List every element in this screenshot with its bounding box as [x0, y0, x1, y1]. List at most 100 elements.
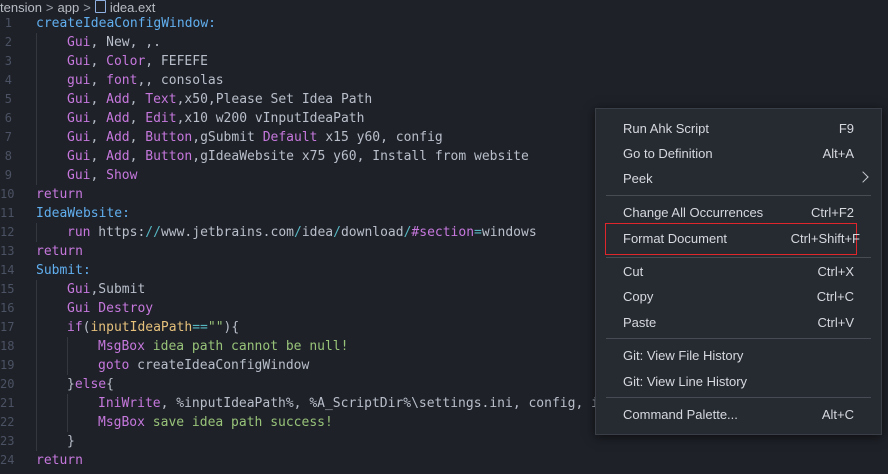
code-line[interactable]: 1 createIdeaConfigWindow: — [0, 14, 888, 33]
indent-guide — [36, 337, 37, 356]
code-token: , — [129, 92, 146, 107]
code-line[interactable]: 3 Gui, Color, FEFEFE — [0, 52, 888, 71]
line-number: 15 — [0, 282, 15, 296]
menu-item-shortcut: Alt+A — [822, 146, 854, 161]
code-text: Gui, Add, Button,gIdeaWebsite x75 y60, I… — [67, 147, 529, 166]
menu-separator — [606, 195, 871, 196]
code-token: ,gIdeaWebsite x75 y60, Install from webs… — [192, 149, 529, 164]
indent-guide — [36, 223, 37, 242]
code-token: x15 y60, config — [317, 130, 443, 145]
breadcrumb-separator: > — [45, 0, 54, 14]
code-token: ,gSubmit — [192, 130, 263, 145]
code-token: download — [340, 225, 404, 240]
indent-guide — [36, 432, 37, 451]
menu-item-label: Paste — [623, 315, 657, 330]
indent-guide — [36, 375, 37, 394]
code-text: Gui, New, ,. — [67, 33, 161, 52]
menu-item-cut[interactable]: Cut Ctrl+X — [596, 260, 881, 284]
code-token: return — [36, 453, 83, 468]
menu-item-paste[interactable]: Paste Ctrl+V — [596, 311, 881, 335]
code-line[interactable]: 2 Gui, New, ,. — [0, 33, 888, 52]
code-token: , — [90, 130, 107, 145]
menu-item-shortcut: Ctrl+Shift+F — [790, 231, 860, 246]
indent-guide — [36, 394, 37, 413]
line-number: 7 — [4, 130, 12, 144]
code-token: Add — [106, 111, 130, 126]
code-token: , FEFEFE — [145, 54, 208, 69]
menu-item-run-ahk-script[interactable]: Run Ahk Script F9 — [596, 117, 881, 141]
code-token: windows — [481, 225, 537, 240]
context-menu: Run Ahk Script F9 Go to Definition Alt+A Pee… — [595, 108, 882, 435]
menu-item-change-all-occurrences[interactable]: Change All Occurrences Ctrl+F2 — [596, 201, 881, 225]
code-text: return — [36, 185, 83, 204]
menu-item-shortcut: Alt+C — [821, 407, 854, 422]
menu-item-git-view-file-history[interactable]: Git: View File History — [596, 344, 881, 368]
code-text: Gui, Add, Button,gSubmit Default x15 y60… — [67, 128, 443, 147]
line-number: 2 — [4, 35, 12, 49]
line-number: 4 — [4, 73, 12, 87]
code-token: MsgBox — [98, 339, 145, 354]
menu-item-command-palette[interactable]: Command Palette... Alt+C — [596, 403, 881, 427]
code-token: Edit — [145, 111, 177, 126]
menu-item-shortcut: Ctrl+C — [816, 289, 854, 304]
menu-item-format-document[interactable]: Format Document Ctrl+Shift+F — [605, 223, 860, 255]
line-number: 21 — [0, 396, 15, 410]
code-line[interactable]: 24 return — [0, 451, 888, 470]
line-number: 16 — [0, 301, 15, 315]
line-number: 17 — [0, 320, 15, 334]
code-token: Submit: — [36, 263, 91, 278]
code-token: Add — [106, 130, 130, 145]
code-token: return — [36, 187, 83, 202]
menu-item-peek[interactable]: Peek — [596, 167, 881, 191]
code-token: Gui — [67, 35, 91, 50]
code-token: https: — [90, 225, 146, 240]
code-token: Gui — [67, 111, 91, 126]
breadcrumb-item-folder[interactable]: tension — [0, 1, 42, 14]
menu-item-copy[interactable]: Copy Ctrl+C — [596, 285, 881, 309]
indent-guide — [36, 299, 37, 318]
code-text: Gui Destroy — [67, 299, 153, 318]
code-token: / — [294, 225, 302, 240]
menu-item-shortcut: Ctrl+V — [817, 315, 854, 330]
code-token: createIdeaConfigWindow: — [36, 16, 217, 31]
code-token: ,x50,Please Set Idea Path — [176, 92, 373, 107]
code-token: Gui — [67, 130, 91, 145]
code-token: Default — [262, 130, 318, 145]
line-number: 18 — [0, 339, 15, 353]
code-token: font — [106, 73, 138, 88]
breadcrumb-item-file[interactable]: idea.ext — [110, 1, 156, 14]
indent-guide — [36, 52, 37, 71]
menu-item-git-view-line-history[interactable]: Git: View Line History — [596, 370, 881, 394]
chevron-right-icon — [857, 171, 869, 183]
code-token: Add — [106, 149, 130, 164]
indent-guide — [67, 394, 68, 413]
code-token: ,, consolas — [137, 73, 224, 88]
line-number: 6 — [4, 111, 12, 125]
breadcrumb: tension > app > idea.ext — [0, 0, 888, 14]
code-token: Gui — [67, 54, 91, 69]
indent-guide — [36, 356, 37, 375]
menu-item-label: Go to Definition — [623, 146, 713, 161]
code-token: == — [192, 320, 208, 335]
line-number: 20 — [0, 377, 15, 391]
line-number: 10 — [0, 187, 15, 201]
code-line[interactable]: 5 Gui, Add, Text,x50,Please Set Idea Path — [0, 90, 888, 109]
code-token: idea path cannot be null! — [144, 339, 349, 354]
code-text: return — [36, 451, 83, 470]
menu-item-go-to-definition[interactable]: Go to Definition Alt+A — [596, 142, 881, 166]
breadcrumb-item-app[interactable]: app — [58, 1, 80, 14]
menu-item-label: Format Document — [623, 231, 728, 246]
code-token: inputIdeaPath — [90, 320, 193, 335]
code-token: , — [90, 149, 107, 164]
code-token: IdeaWebsite: — [36, 206, 130, 221]
code-token: , — [129, 111, 146, 126]
line-number: 23 — [0, 434, 15, 448]
code-token: Gui — [67, 149, 91, 164]
code-token: , — [90, 111, 107, 126]
menu-item-label: Command Palette... — [623, 407, 738, 422]
line-number: 24 — [0, 453, 15, 467]
code-token: "" — [207, 320, 224, 335]
code-line[interactable]: 4 gui, font,, consolas — [0, 71, 888, 90]
code-text: Gui, Color, FEFEFE — [67, 52, 208, 71]
code-token: idea — [301, 225, 334, 240]
